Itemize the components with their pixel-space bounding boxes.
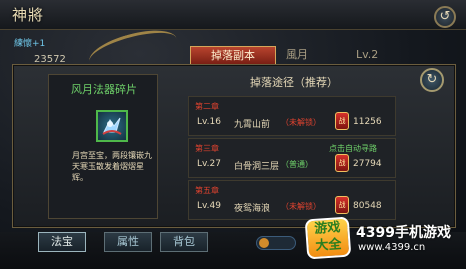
route-place: 夜鸳海浪 (234, 204, 271, 214)
tab-level[interactable]: Lv.2 (346, 46, 416, 64)
watermark: 游戏 大全 4399手机游戏 www.4399.cn (304, 216, 466, 269)
tab-attributes[interactable]: 属性 (104, 232, 152, 252)
route-chapter: 第二章 (195, 102, 219, 111)
route-place: 白骨洞三层 (234, 162, 280, 172)
auto-path-link[interactable]: 点击自动寻路 (329, 143, 377, 154)
toggle-slider[interactable] (256, 236, 296, 250)
drop-routes-header: 掉落途径（推荐） (250, 76, 338, 89)
window-title: 神將 (12, 6, 45, 24)
combat-power-icon: 战 (335, 196, 349, 214)
tab-drop-dungeon[interactable]: 掉落副本 (190, 46, 276, 64)
exp-text: 練懷+1 (14, 39, 46, 49)
route-chapter: 第三章 (195, 144, 219, 153)
route-item[interactable]: 第三章 Lv.27 白骨洞三层 （普通） 点击自动寻路 战 27794 (188, 138, 396, 178)
route-chapter: 第五章 (195, 186, 219, 195)
combat-power-icon: 战 (335, 154, 349, 172)
item-info-box: 风月法器碎片 (48, 74, 158, 219)
route-power: 27794 (353, 159, 382, 169)
route-status: （未解锁） (281, 202, 321, 211)
watermark-url: www.4399.cn (358, 242, 426, 253)
tab-backpack[interactable]: 背包 (160, 232, 208, 252)
route-level: Lv.49 (197, 201, 221, 211)
route-status: （普通） (281, 160, 313, 169)
route-item[interactable]: 第二章 Lv.16 九霄山前 （未解锁） 战 11256 (188, 96, 396, 136)
route-power: 80548 (353, 201, 382, 211)
route-status: （未解锁） (281, 118, 321, 127)
combat-power-icon: 战 (335, 112, 349, 130)
back-arrow-icon[interactable]: ↺ (434, 6, 456, 28)
site-logo: 游戏 大全 (304, 216, 352, 260)
magic-artifact-fragment-icon[interactable] (96, 110, 128, 142)
item-name: 风月法器碎片 (71, 83, 137, 96)
tab-treasure[interactable]: 法宝 (38, 232, 86, 252)
route-level: Lv.27 (197, 159, 221, 169)
watermark-title: 4399手机游戏 (356, 225, 451, 241)
route-level: Lv.16 (197, 117, 221, 127)
drop-tabs: 掉落副本 風月 Lv.2 (190, 46, 416, 64)
route-power: 11256 (353, 117, 382, 127)
refresh-icon[interactable]: ↻ (420, 68, 444, 92)
route-place: 九霄山前 (234, 120, 271, 130)
logo-text-bottom: 大全 (315, 237, 343, 254)
tab-fengyue[interactable]: 風月 (276, 46, 346, 64)
slider-knob (259, 238, 269, 248)
item-description: 月宫至宝，两段镶嵌九天寒玉散发着熠熠星辉。 (72, 151, 152, 182)
route-item[interactable]: 第五章 Lv.49 夜鸳海浪 （未解锁） 战 80548 (188, 180, 396, 220)
title-bar: 神將 ↺ (0, 0, 466, 30)
